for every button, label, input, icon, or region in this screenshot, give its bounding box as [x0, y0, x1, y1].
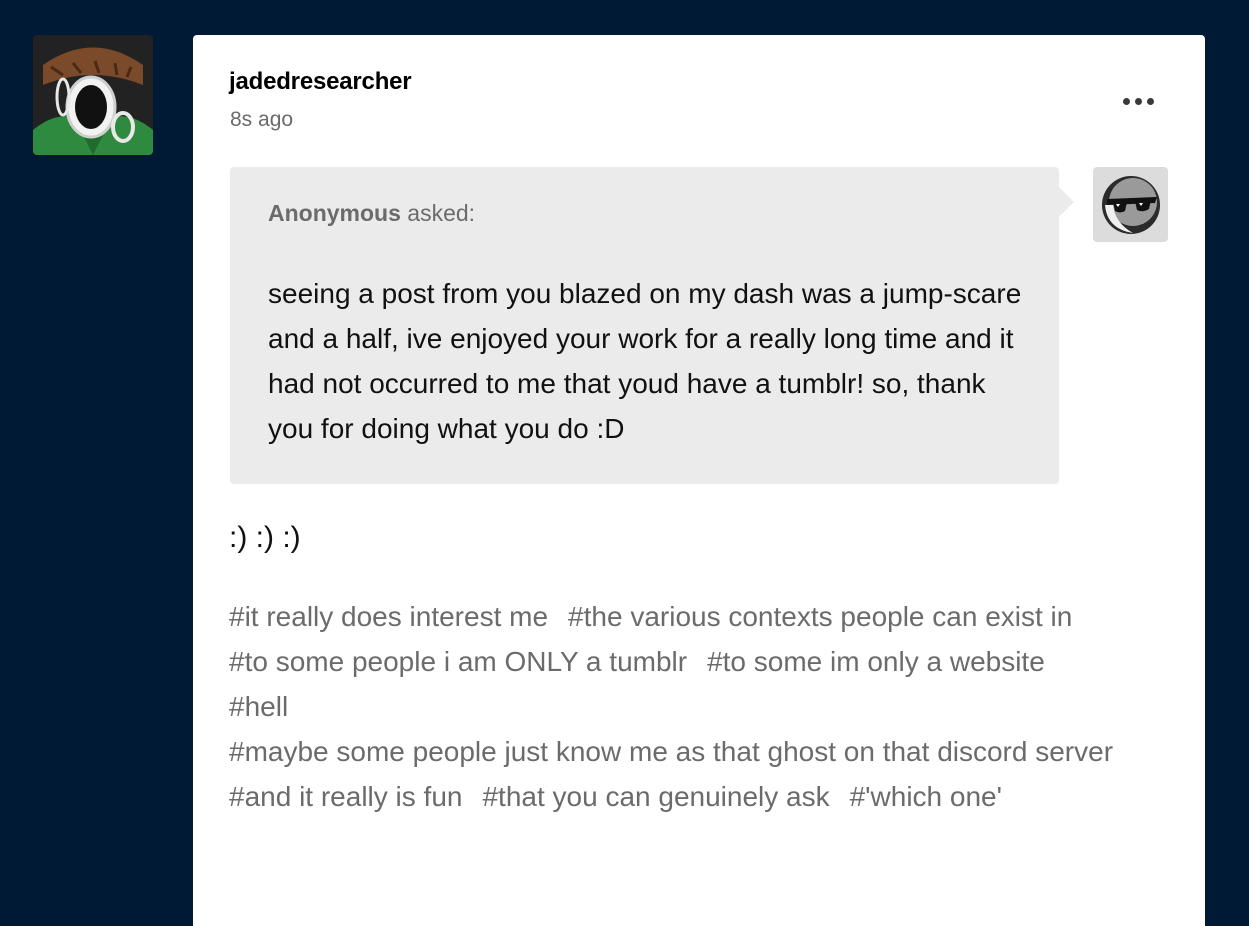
tag-link[interactable]: #that you can genuinely ask [482, 781, 829, 812]
asker-name: Anonymous [268, 200, 401, 226]
tag-link[interactable]: #hell [229, 691, 288, 722]
tag-line: #it really does interest me #the various … [229, 594, 1189, 639]
tag-link[interactable]: #to some im only a website [707, 646, 1045, 677]
tag-link[interactable]: #and it really is fun [229, 781, 462, 812]
anonymous-sunglasses-icon [1102, 176, 1160, 234]
blog-name-link[interactable]: jadedresearcher [229, 68, 412, 96]
more-options-button[interactable] [1115, 88, 1161, 114]
ask-question-text: seeing a post from you blazed on my dash… [268, 278, 1022, 444]
ellipsis-icon [1122, 97, 1130, 105]
blog-avatar[interactable] [33, 35, 153, 155]
tag-link[interactable]: #'which one' [850, 781, 1002, 812]
tag-line: #and it really is fun #that you can genui… [229, 774, 1189, 819]
tag-line: #maybe some people just know me as that … [229, 729, 1189, 774]
ghost-avatar-icon [33, 35, 153, 155]
tag-line: #to some people i am ONLY a tumblr #to so… [229, 639, 1189, 684]
ask-bubble: Anonymous asked: seeing a post from you … [230, 167, 1074, 484]
asked-label: asked: [407, 200, 476, 226]
asker-line: Anonymous asked: [268, 200, 475, 227]
ellipsis-icon [1146, 97, 1154, 105]
tag-line: #hell [229, 684, 1189, 729]
tag-list: #it really does interest me #the various … [229, 594, 1189, 819]
tag-link[interactable]: #to some people i am ONLY a tumblr [229, 646, 687, 677]
dashboard: jadedresearcher 8s ago Anonymous asked: … [0, 0, 1249, 926]
post-timestamp[interactable]: 8s ago [230, 108, 293, 132]
tag-link[interactable]: #maybe some people just know me as that … [229, 736, 1113, 767]
answer-text: :) :) :) [229, 521, 301, 554]
post-card: jadedresearcher 8s ago Anonymous asked: … [193, 35, 1205, 926]
asker-avatar [1093, 167, 1168, 242]
ellipsis-icon [1134, 97, 1142, 105]
tag-link[interactable]: #it really does interest me [229, 601, 548, 632]
tag-link[interactable]: #the various contexts people can exist i… [568, 601, 1072, 632]
